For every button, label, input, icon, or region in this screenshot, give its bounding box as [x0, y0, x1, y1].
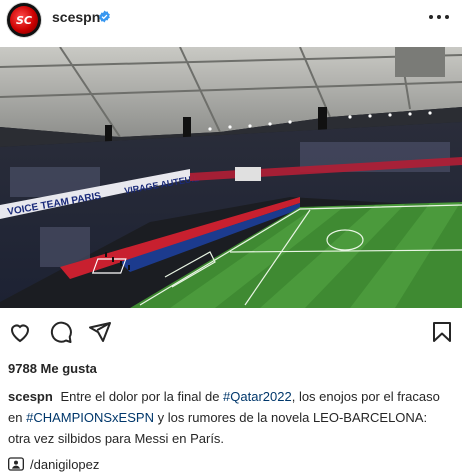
bookmark-icon[interactable] — [430, 320, 454, 344]
tagged-username[interactable]: /danigilopez — [30, 457, 99, 472]
post-header: SC scespn — [0, 0, 462, 40]
tag-person-icon — [8, 457, 24, 471]
hashtag-link[interactable]: #Qatar2022 — [223, 389, 292, 404]
verified-icon — [99, 10, 110, 23]
likes-count[interactable]: 9788 Me gusta — [8, 361, 97, 376]
more-options-icon[interactable] — [429, 9, 449, 25]
avatar[interactable]: SC — [6, 2, 42, 38]
avatar-logo: SC — [10, 6, 38, 34]
tagged-user[interactable]: /danigilopez — [8, 456, 99, 472]
heart-icon[interactable] — [8, 320, 32, 344]
caption-text: Entre el dolor por la final de — [60, 389, 220, 404]
stadium-scene: VOICE TEAM PARIS VIRAGE AUTEUIL — [0, 47, 462, 308]
comment-icon[interactable] — [49, 320, 73, 344]
post-caption: scespn Entre el dolor por la final de #Q… — [8, 386, 448, 449]
post-video[interactable]: VOICE TEAM PARIS VIRAGE AUTEUIL — [0, 47, 462, 308]
hashtag-link[interactable]: #CHAMPIONSxESPN — [26, 410, 154, 425]
post-username[interactable]: scespn — [52, 9, 100, 25]
caption-username[interactable]: scespn — [8, 389, 53, 404]
share-icon[interactable] — [88, 320, 112, 344]
post-actions — [0, 320, 462, 344]
